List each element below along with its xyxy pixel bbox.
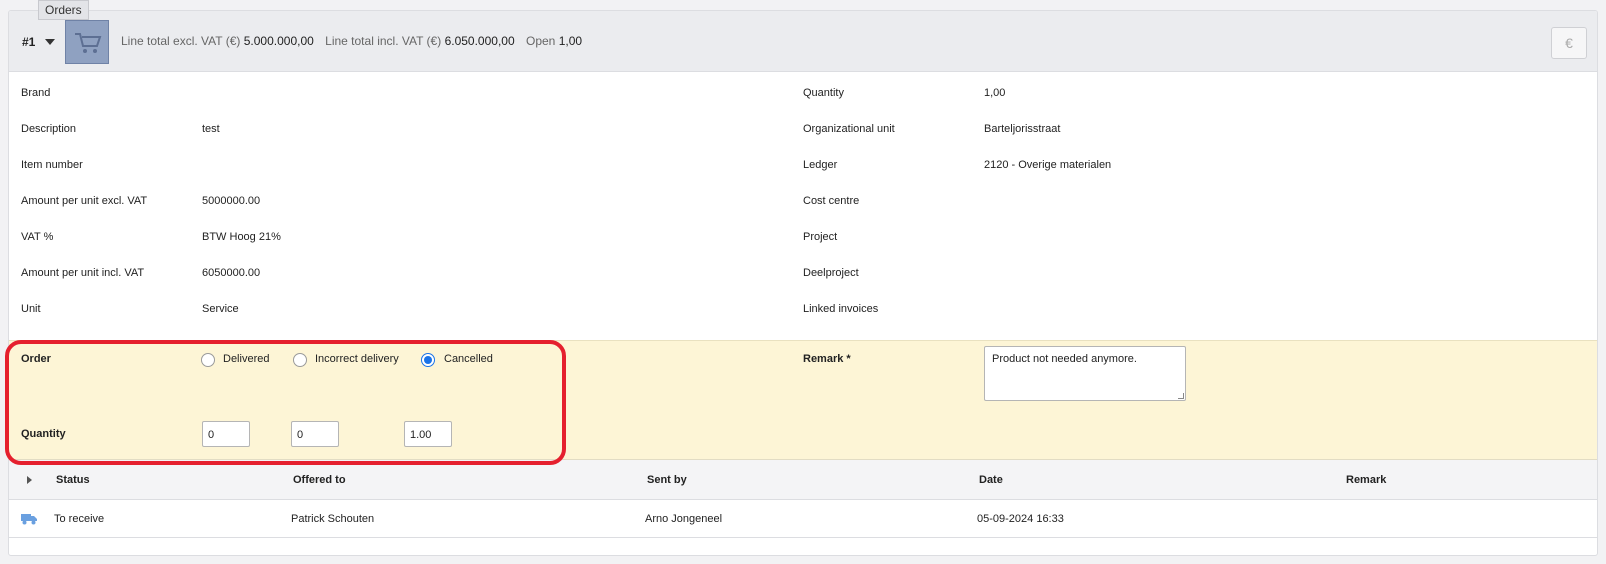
order-line-header: #1 Line total excl. VAT (€) 5.000.000,00… xyxy=(9,11,1597,72)
description-label: Description xyxy=(21,123,77,135)
remark-textarea[interactable]: Product not needed anymore. xyxy=(984,346,1186,401)
quantity-value: 1,00 xyxy=(984,87,1006,99)
col-status: Status xyxy=(56,474,90,486)
item-number-label: Item number xyxy=(21,159,83,171)
amount-incl-vat-value: 6050000.00 xyxy=(202,267,261,279)
linked-invoices-label: Linked invoices xyxy=(803,303,879,315)
organizational-unit-label: Organizational unit xyxy=(803,123,895,135)
highlight-annotation xyxy=(5,340,566,465)
col-date: Date xyxy=(979,474,1003,486)
history-table-header: Status Offered to Sent by Date Remark xyxy=(9,460,1597,500)
amount-excl-vat-label: Amount per unit excl. VAT xyxy=(21,195,148,207)
quantity-label: Quantity xyxy=(803,87,844,99)
organizational-unit-value: Barteljorisstraat xyxy=(984,123,1061,135)
row-sent-by: Arno Jongeneel xyxy=(645,513,723,525)
resize-handle-icon[interactable] xyxy=(1178,393,1184,399)
row-offered-to: Patrick Schouten xyxy=(291,513,375,525)
order-line-card: #1 Line total excl. VAT (€) 5.000.000,00… xyxy=(8,10,1598,556)
remark-label: Remark * xyxy=(803,353,851,365)
line-total-excl-label: Line total excl. VAT (€) xyxy=(121,34,241,48)
open-value: 1,00 xyxy=(558,34,583,48)
remark-text: Product not needed anymore. xyxy=(992,353,1137,365)
vat-label: VAT % xyxy=(21,231,54,243)
deelproject-label: Deelproject xyxy=(803,267,859,279)
row-status: To receive xyxy=(54,513,105,525)
project-label: Project xyxy=(803,231,838,243)
col-sent-by: Sent by xyxy=(647,474,687,486)
euro-button[interactable]: € xyxy=(1551,27,1587,59)
line-total-incl-value: 6.050.000,00 xyxy=(444,34,515,48)
line-total-excl-value: 5.000.000,00 xyxy=(243,34,314,48)
open-label: Open xyxy=(525,34,556,48)
table-row: To receive Patrick Schouten Arno Jongene… xyxy=(9,500,1597,538)
expand-history-icon[interactable] xyxy=(27,476,32,484)
expand-caret-icon[interactable] xyxy=(45,39,55,45)
brand-label: Brand xyxy=(21,87,51,99)
cost-centre-label: Cost centre xyxy=(803,195,860,207)
description-value: test xyxy=(202,123,220,135)
amount-incl-vat-label: Amount per unit incl. VAT xyxy=(21,267,145,279)
unit-label: Unit xyxy=(21,303,41,315)
ledger-label: Ledger xyxy=(803,159,838,171)
col-remark: Remark xyxy=(1346,474,1387,486)
row-date: 05-09-2024 16:33 xyxy=(977,513,1064,525)
vat-value: BTW Hoog 21% xyxy=(202,231,281,243)
ledger-value: 2120 - Overige materialen xyxy=(984,159,1112,171)
col-offered-to: Offered to xyxy=(293,474,346,486)
shopping-cart-icon[interactable] xyxy=(65,20,109,64)
line-number: #1 xyxy=(22,35,36,49)
line-totals: Line total excl. VAT (€) 5.000.000,00 Li… xyxy=(121,34,590,48)
amount-excl-vat-value: 5000000.00 xyxy=(202,195,261,207)
orders-tooltip: Orders xyxy=(38,0,89,20)
truck-icon xyxy=(21,514,37,525)
unit-value: Service xyxy=(202,303,239,315)
line-total-incl-label: Line total incl. VAT (€) xyxy=(325,34,442,48)
